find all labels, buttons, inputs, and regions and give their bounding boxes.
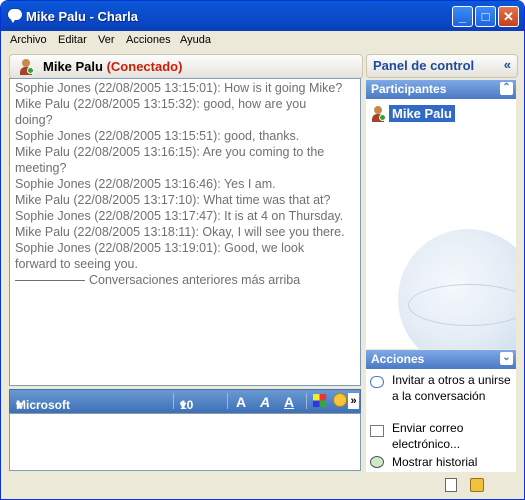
transcript-scrollbar[interactable] <box>348 79 360 385</box>
window-title: Mike Palu - Charla <box>26 9 138 24</box>
participant-name: Mike Palu <box>389 105 455 122</box>
menu-acciones[interactable]: Acciones <box>126 34 171 46</box>
lock-icon[interactable] <box>470 478 484 492</box>
chevron-double-down-icon[interactable]: ⌄ <box>500 352 513 365</box>
chat-header: Mike Palu (Conectado) <box>9 54 363 79</box>
transcript-icon[interactable] <box>445 478 457 492</box>
chevron-double-up-icon[interactable]: ⌃ <box>500 82 513 95</box>
actions-list: Invitar a otros a unirse a la conversaci… <box>366 369 516 472</box>
actions-label: Acciones <box>371 352 425 366</box>
menu-ayuda[interactable]: Ayuda <box>180 34 211 46</box>
participants-header[interactable]: Participantes ⌃ <box>366 80 516 99</box>
title-bar[interactable]: Mike Palu - Charla _ □ ✕ <box>1 1 524 31</box>
underline-button[interactable]: A <box>284 394 294 410</box>
globe-watermark <box>398 229 516 349</box>
user-online-icon <box>370 106 386 122</box>
action-label: Enviar correo electrónico... <box>392 421 464 451</box>
history-magnifier-icon <box>370 456 384 468</box>
status-bar <box>1 473 524 499</box>
history-separator-label: Conversaciones anteriores más arriba <box>89 273 301 287</box>
minimize-button[interactable]: _ <box>452 6 473 27</box>
participants-label: Participantes <box>371 82 447 96</box>
action-label: Invitar a otros a unirse a la conversaci… <box>392 373 511 403</box>
menu-editar[interactable]: Editar <box>58 34 87 46</box>
close-button[interactable]: ✕ <box>498 6 519 27</box>
chat-message: Sophie Jones (22/08/2005 13:15:51): good… <box>15 129 300 143</box>
chat-message: Mike Palu (22/08/2005 13:18:11): Okay, I… <box>15 225 345 239</box>
menu-ver[interactable]: Ver <box>98 34 115 46</box>
envelope-icon <box>370 425 384 437</box>
contact-name: Mike Palu <box>43 59 103 74</box>
color-palette-icon[interactable] <box>313 394 326 407</box>
chat-message: Sophie Jones (22/08/2005 13:16:46): Yes … <box>15 177 276 191</box>
control-panel-header: Panel de control « <box>366 54 518 78</box>
user-online-icon <box>18 59 34 75</box>
chat-message: Sophie Jones (22/08/2005 13:15:01): How … <box>15 81 343 95</box>
maximize-button[interactable]: □ <box>475 6 496 27</box>
chat-transcript[interactable]: Sophie Jones (22/08/2005 13:15:01): How … <box>9 78 361 386</box>
chat-message: Mike Palu (22/08/2005 13:16:15): Are you… <box>15 145 325 175</box>
size-dropdown-icon: ▾ <box>180 398 187 412</box>
contact-header: Mike Palu (Conectado) <box>43 59 182 74</box>
more-options-button[interactable]: » <box>348 393 359 409</box>
history-separator: Conversaciones anteriores más arriba <box>15 272 345 288</box>
message-list: Sophie Jones (22/08/2005 13:15:01): How … <box>15 80 345 288</box>
control-panel-title: Panel de control <box>373 58 475 73</box>
chat-message: Mike Palu (22/08/2005 13:17:10): What ti… <box>15 193 331 207</box>
contact-status: (Conectado) <box>106 59 183 74</box>
invite-bubble-icon <box>370 376 384 388</box>
action-label: Mostrar historial <box>392 455 478 469</box>
participants-list: Mike Palu <box>366 99 516 349</box>
collapse-panel-button[interactable]: « <box>504 57 511 72</box>
italic-button[interactable]: A <box>260 394 270 410</box>
chat-window: Mike Palu - Charla _ □ ✕ Archivo Editar … <box>0 0 525 500</box>
chat-message: Sophie Jones (22/08/2005 13:17:47): It i… <box>15 209 344 223</box>
bold-button[interactable]: A <box>236 394 246 410</box>
chat-message: Mike Palu (22/08/2005 13:15:32): good, h… <box>15 97 307 127</box>
menu-bar: Archivo Editar Ver Acciones Ayuda <box>1 31 524 50</box>
message-input[interactable] <box>9 413 361 471</box>
chat-message: Sophie Jones (22/08/2005 13:19:01): Good… <box>15 241 305 271</box>
font-dropdown-icon: ▾ <box>16 398 23 412</box>
format-toolbar: Microsoft Sans Serif ▾ 10 ▾ A A A » <box>9 389 361 440</box>
menu-archivo[interactable]: Archivo <box>10 34 47 46</box>
chat-bubble-icon <box>7 8 23 23</box>
emoticon-icon[interactable] <box>333 393 347 407</box>
actions-header[interactable]: Acciones ⌄ <box>366 350 516 369</box>
